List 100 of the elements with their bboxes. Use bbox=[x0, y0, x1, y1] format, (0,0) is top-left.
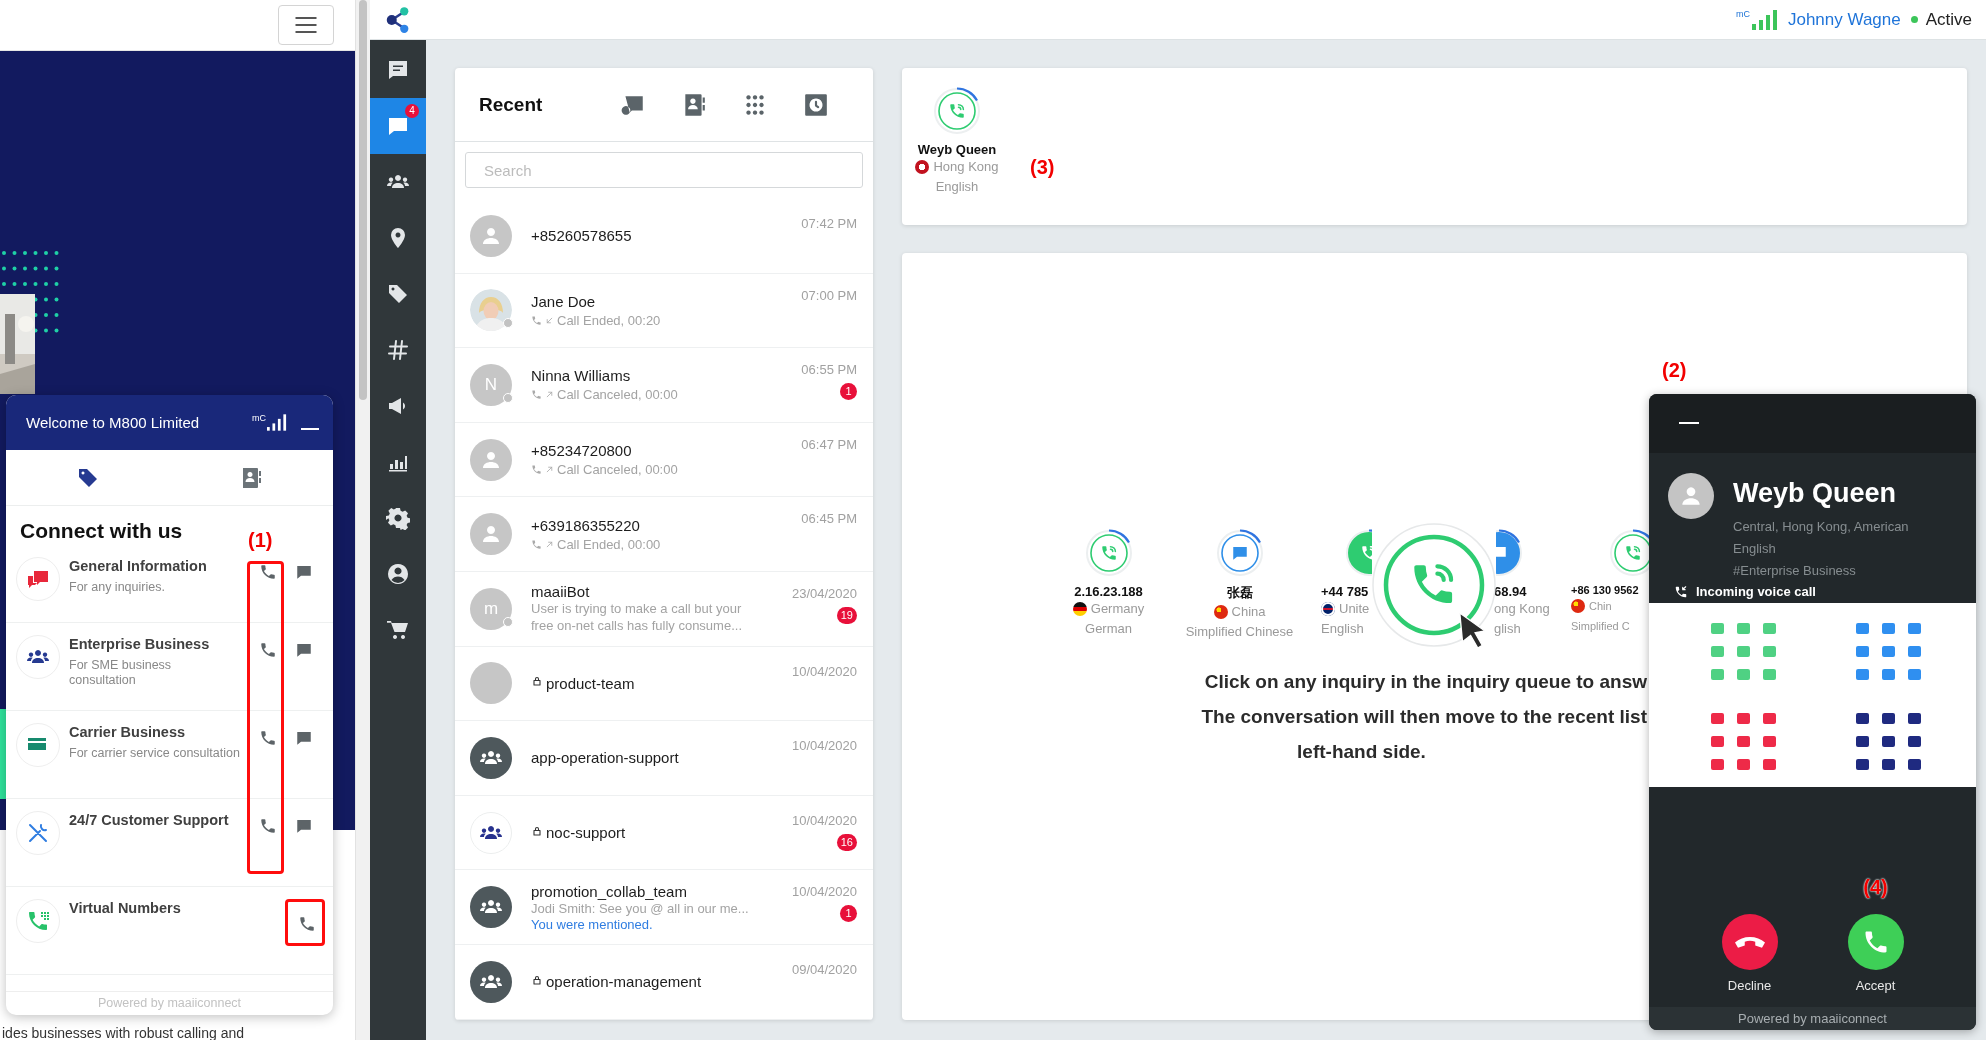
chat-icon[interactable] bbox=[1214, 528, 1265, 578]
menu-button[interactable] bbox=[278, 5, 334, 45]
signal-label: mC bbox=[252, 414, 266, 423]
mention-note: You were mentioned. bbox=[531, 916, 654, 932]
conversation-row[interactable]: +85234720800 Call Canceled, 00:00 06:47 PM bbox=[455, 422, 873, 498]
settings-icon bbox=[386, 506, 410, 530]
country-label: ong Kong bbox=[1494, 600, 1550, 618]
contact-name: noc-support bbox=[546, 824, 626, 842]
timestamp: 10/04/2020 bbox=[791, 812, 857, 828]
contact-name: maaiiBot bbox=[531, 583, 590, 601]
timestamp: 09/04/2020 bbox=[791, 961, 857, 977]
status-dot bbox=[1910, 16, 1918, 23]
hang-up-icon bbox=[1734, 935, 1765, 949]
page-text: ides businesses with robust calling and bbox=[1, 1026, 246, 1040]
country-label: China bbox=[1231, 603, 1266, 621]
timestamp: 06:55 PM bbox=[801, 362, 857, 378]
conversation-row[interactable]: +85260578655 07:42 PM bbox=[455, 199, 873, 274]
country-label: Germany bbox=[1090, 600, 1145, 618]
conversation-row[interactable]: noc-support 10/04/2020 16 bbox=[455, 795, 873, 871]
unread-badge: 1 bbox=[840, 905, 857, 923]
instruction-text: The conversation will then move to the recent list bbox=[1200, 705, 1647, 729]
caller-name: 张磊 bbox=[1226, 584, 1253, 602]
panel-title: Recent bbox=[479, 93, 544, 116]
item-title: General Information bbox=[69, 557, 208, 576]
contact-name: +85234720800 bbox=[531, 442, 632, 460]
annotation-label: (2) bbox=[1662, 359, 1687, 381]
caller-name: Weyb Queen bbox=[1733, 477, 1898, 510]
timestamp: 10/04/2020 bbox=[791, 738, 857, 754]
country-label: Hong Kong bbox=[933, 158, 999, 176]
timestamp: 06:45 PM bbox=[801, 511, 857, 527]
unread-badge: 1 bbox=[840, 383, 857, 401]
phone-icon bbox=[531, 538, 542, 550]
phone-icon bbox=[531, 389, 542, 401]
timestamp: 10/04/2020 bbox=[791, 884, 857, 900]
signal-icon bbox=[1751, 9, 1778, 30]
caller-name: 2.16.23.188 bbox=[1074, 584, 1143, 599]
incoming-call-icon bbox=[1674, 584, 1688, 599]
search-field[interactable]: Search bbox=[465, 152, 863, 188]
user-name[interactable]: Johnny Wagne bbox=[1787, 9, 1901, 30]
tag-icon bbox=[386, 282, 410, 306]
instruction-text: left-hand side. bbox=[1296, 740, 1427, 764]
flag-icon bbox=[1321, 602, 1335, 616]
avatar: m bbox=[470, 587, 512, 630]
conversation-row[interactable]: Jane Doe Call Ended, 00:20 07:00 PM bbox=[455, 273, 873, 349]
message-preview: Jodi Smith: See you @ all in our me... bbox=[531, 900, 750, 917]
conversation-row[interactable]: operation-management 09/04/2020 bbox=[455, 944, 873, 1020]
conversation-row[interactable]: N Ninna Williams Call Canceled, 00:00 06:55 PM 1 bbox=[455, 348, 873, 423]
timestamp: 07:42 PM bbox=[801, 216, 857, 231]
unread-badge: 16 bbox=[836, 833, 857, 851]
language-label: glish bbox=[1494, 620, 1521, 638]
popup-footer: Powered by maaiiconnect bbox=[1649, 1007, 1976, 1030]
caller-name: +86 130 9562 bbox=[1571, 584, 1639, 596]
item-title: 24/7 Customer Support bbox=[69, 811, 230, 830]
button-label: Accept bbox=[1855, 978, 1896, 993]
language-label: German bbox=[1085, 620, 1132, 638]
phone-icon bbox=[259, 729, 277, 747]
instruction-text: Click on any inquiry in the inquiry queue to answ bbox=[1203, 670, 1647, 694]
scrollbar[interactable] bbox=[355, 0, 370, 1040]
country-label: Chin bbox=[1589, 599, 1612, 614]
contact-name: +85260578655 bbox=[531, 227, 632, 245]
answer-call-icon[interactable] bbox=[1372, 523, 1496, 647]
caller-name: Weyb Queen bbox=[917, 142, 997, 157]
annotation-label: (1) bbox=[248, 529, 273, 551]
conversation-row[interactable]: promotion_collab_team Jodi Smith: See you @ all in our me... You were mentioned. 10/04/2020 1 bbox=[455, 870, 873, 945]
timestamp: 06:47 PM bbox=[801, 436, 857, 452]
language-label: Simplified Chinese bbox=[1185, 623, 1294, 641]
contact-name: promotion_collab_team bbox=[531, 882, 687, 900]
conversation-row[interactable]: product-team 10/04/2020 bbox=[455, 646, 873, 722]
phone-icon bbox=[26, 909, 50, 933]
tools-icon bbox=[26, 821, 50, 845]
conversation-row[interactable]: m maaiiBot User is trying to make a call but your free on-net calls has fully consume... 23/04/2020 19 bbox=[455, 571, 873, 647]
sidebar-item[interactable]: 4 bbox=[370, 98, 426, 154]
phone-icon bbox=[298, 915, 316, 933]
chat-icon bbox=[295, 641, 313, 659]
contact-name: Jane Doe bbox=[531, 292, 596, 310]
user-icon bbox=[386, 562, 410, 586]
timestamp: 10/04/2020 bbox=[791, 663, 857, 679]
signal-icon bbox=[267, 414, 287, 431]
item-title: Carrier Business bbox=[69, 723, 187, 742]
conversation-row[interactable]: app-operation-support 10/04/2020 bbox=[455, 721, 873, 796]
item-title: Virtual Numbers bbox=[69, 899, 182, 918]
item-title: Enterprise Business bbox=[69, 635, 211, 654]
button-label: Decline bbox=[1727, 978, 1772, 993]
caller-detail: #Enterprise Business bbox=[1733, 562, 1857, 580]
call-summary: Call Ended, 00:00 bbox=[557, 536, 661, 552]
avatar bbox=[470, 662, 512, 705]
contact-name: Ninna Williams bbox=[531, 367, 631, 385]
timestamp: 07:00 PM bbox=[801, 287, 857, 303]
annotation-label: (3) bbox=[1030, 156, 1055, 178]
message-preview: free on-net calls has fully consume... bbox=[531, 617, 743, 635]
chat-icon bbox=[295, 729, 313, 747]
history-button[interactable] bbox=[803, 91, 829, 118]
country-label: Unite bbox=[1339, 600, 1370, 618]
signal-label: mC bbox=[1735, 9, 1750, 19]
widget-footer: Powered by maaiiconnect bbox=[6, 991, 333, 1015]
widget-title: Welcome to M800 Limited bbox=[26, 414, 201, 431]
contact-name: app-operation-support bbox=[531, 749, 679, 767]
chat-icon[interactable] bbox=[1496, 528, 1524, 578]
conversation-row[interactable]: +639186355220 Call Ended, 00:00 06:45 PM bbox=[455, 497, 873, 572]
cart-icon bbox=[386, 618, 410, 642]
